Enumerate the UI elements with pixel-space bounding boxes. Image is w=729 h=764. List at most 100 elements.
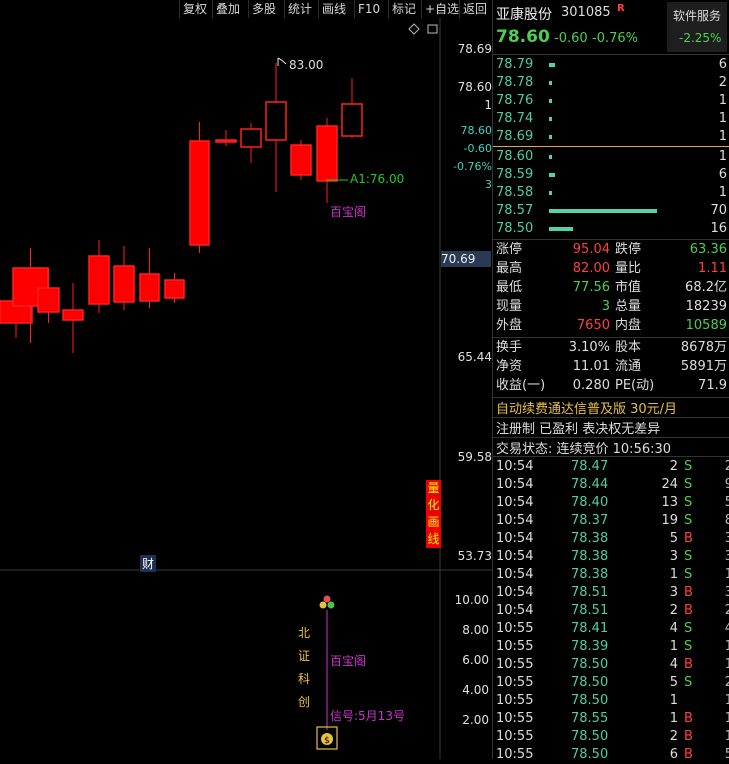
quant-draw-tag[interactable]: 量 化 画 线 bbox=[426, 480, 441, 548]
tick-row: 10:54 78.38 1 S 1 bbox=[493, 566, 729, 584]
axis-label-4: 78.60 bbox=[460, 124, 493, 137]
book-row[interactable]: 78.60 1 bbox=[493, 148, 729, 166]
statistics-button[interactable]: 统计 bbox=[284, 0, 315, 18]
tick-time: 10:55 bbox=[496, 729, 534, 744]
book-row[interactable]: 78.76 1 bbox=[493, 92, 729, 110]
tricolor-balls-icon[interactable] bbox=[319, 595, 335, 609]
high-pointer-icon bbox=[277, 57, 287, 66]
window-toggle-icon[interactable] bbox=[427, 24, 438, 34]
stat-label: 最高 bbox=[496, 261, 523, 276]
stat-value: 71.9 bbox=[698, 378, 727, 393]
tick-time: 10:54 bbox=[496, 531, 534, 546]
price-change: -0.60 bbox=[554, 31, 588, 46]
book-volume: 1 bbox=[718, 185, 727, 200]
book-row[interactable]: 78.74 1 bbox=[493, 110, 729, 128]
mark-button[interactable]: 标记 bbox=[388, 0, 419, 18]
book-row[interactable]: 78.78 2 bbox=[493, 74, 729, 92]
book-volume: 2 bbox=[718, 75, 727, 90]
money-bag-icon[interactable]: $ bbox=[316, 726, 338, 750]
tick-volume: 13 bbox=[661, 495, 678, 510]
stat-row: 涨停 95.04 跌停 63.36 bbox=[493, 241, 729, 259]
baibao-label-upper[interactable]: 百宝阁 bbox=[330, 203, 366, 220]
candle-body bbox=[62, 309, 84, 321]
stat-label: 净资 bbox=[496, 359, 523, 374]
tick-time: 10:54 bbox=[496, 513, 534, 528]
stat-row: 最高 82.00 量比 1.11 bbox=[493, 260, 729, 278]
stat-value: 68.2亿 bbox=[685, 280, 727, 295]
overlay-button[interactable]: 叠加 bbox=[212, 0, 243, 18]
tick-volume: 5 bbox=[669, 675, 678, 690]
book-price: 78.58 bbox=[496, 185, 534, 200]
book-volume: 1 bbox=[718, 149, 727, 164]
diamond-icon[interactable] bbox=[408, 23, 420, 35]
quant-char-1: 量 bbox=[427, 481, 440, 495]
book-row[interactable]: 78.79 6 bbox=[493, 56, 729, 74]
tick-row: 10:55 78.41 4 S 4 bbox=[493, 620, 729, 638]
tick-time: 10:54 bbox=[496, 567, 534, 582]
book-price: 78.69 bbox=[496, 129, 534, 144]
book-price: 78.76 bbox=[496, 93, 534, 108]
sector-name[interactable]: 软件服务 bbox=[673, 7, 721, 24]
tick-time: 10:54 bbox=[496, 477, 534, 492]
tick-count: 1 bbox=[724, 729, 729, 744]
tick-volume: 2 bbox=[669, 729, 678, 744]
stat-label: 量比 bbox=[615, 261, 642, 276]
baibao-label-lower[interactable]: 百宝阁 bbox=[330, 652, 366, 669]
book-row[interactable]: 78.50 16 bbox=[493, 220, 729, 238]
tick-price: 78.38 bbox=[571, 549, 609, 564]
tick-price: 78.38 bbox=[571, 567, 609, 582]
stat-value: 3 bbox=[601, 299, 610, 314]
tick-price: 78.55 bbox=[571, 711, 609, 726]
draw-line-button[interactable]: 画线 bbox=[318, 0, 349, 18]
volume-bar bbox=[549, 99, 552, 103]
book-row[interactable]: 78.58 1 bbox=[493, 184, 729, 202]
book-row[interactable]: 78.59 6 bbox=[493, 166, 729, 184]
tick-side: S bbox=[684, 675, 693, 690]
book-price: 78.74 bbox=[496, 111, 534, 126]
lower-axis-6: 6.00 bbox=[462, 653, 489, 667]
tick-time: 10:54 bbox=[496, 549, 534, 564]
candle-body bbox=[215, 139, 237, 143]
volume-bar bbox=[549, 63, 555, 67]
chart-toolbar: 复权 叠加 多股 统计 画线 F10 标记 +自选 返回 bbox=[0, 0, 490, 18]
book-volume: 1 bbox=[718, 129, 727, 144]
candle-body bbox=[265, 101, 287, 141]
stat-value: 3.10% bbox=[568, 340, 610, 355]
book-price: 78.60 bbox=[496, 149, 534, 164]
multi-stock-button[interactable]: 多股 bbox=[248, 0, 279, 18]
quant-char-2: 化 bbox=[427, 498, 440, 512]
tick-volume: 24 bbox=[661, 477, 678, 492]
tick-time: 10:54 bbox=[496, 495, 534, 510]
back-button[interactable]: 返回 bbox=[459, 0, 490, 18]
book-row[interactable]: 78.69 1 bbox=[493, 128, 729, 146]
stat2-row: 收益(一) 0.280 PE(动) 71.9 bbox=[493, 377, 729, 395]
candlestick-chart[interactable]: $ bbox=[0, 18, 492, 759]
tick-count: 5 bbox=[724, 747, 729, 762]
stat-label: 跌停 bbox=[615, 242, 642, 257]
fuquan-button[interactable]: 复权 bbox=[179, 0, 210, 18]
tick-row: 10:54 78.51 2 B 2 bbox=[493, 602, 729, 620]
signal-label: 信号:5月13号 bbox=[330, 709, 405, 723]
book-volume: 1 bbox=[718, 111, 727, 126]
tick-side: S bbox=[684, 477, 693, 492]
tick-time: 10:55 bbox=[496, 711, 534, 726]
book-row[interactable]: 78.57 70 bbox=[493, 202, 729, 220]
volume-bar bbox=[549, 191, 552, 195]
tick-price: 78.51 bbox=[571, 603, 609, 618]
tick-row: 10:55 78.55 1 B 1 bbox=[493, 710, 729, 728]
tick-count: 1 bbox=[724, 639, 729, 654]
quant-char-3: 画 bbox=[427, 515, 440, 529]
tick-side: S bbox=[684, 495, 693, 510]
finance-icon[interactable]: 财 bbox=[140, 555, 157, 572]
stat-value: 7650 bbox=[576, 318, 610, 333]
ad-link[interactable]: 自动续费通达信普及版 30元/月 bbox=[496, 398, 677, 417]
tick-count: 3 bbox=[724, 585, 729, 600]
tick-price: 78.37 bbox=[571, 513, 609, 528]
f10-button[interactable]: F10 bbox=[354, 0, 383, 18]
tick-side: S bbox=[684, 639, 693, 654]
tick-side: S bbox=[684, 621, 693, 636]
add-watchlist-button[interactable]: +自选 bbox=[421, 0, 462, 18]
quote-panel: 亚康股份 301085 R 软件服务 -2.25% 78.60 -0.60 -0… bbox=[492, 0, 729, 762]
tick-side: S bbox=[684, 549, 693, 564]
tick-count: 1 bbox=[724, 657, 729, 672]
